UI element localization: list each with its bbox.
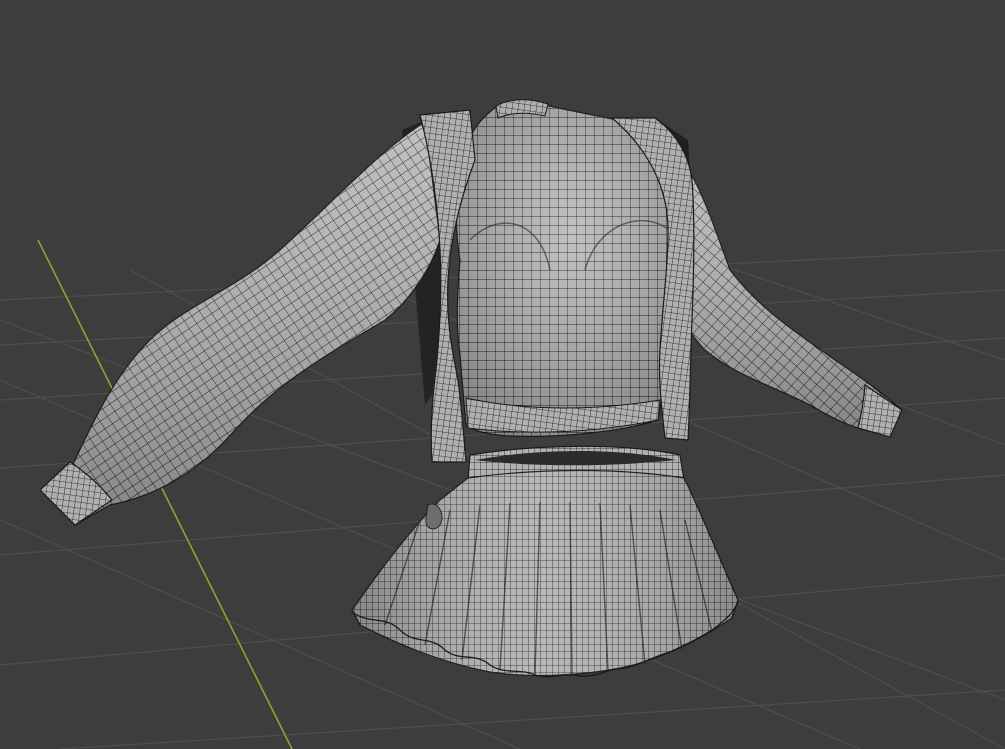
- skirt-shade: [352, 470, 738, 676]
- 3d-viewport[interactable]: [0, 0, 1005, 749]
- garment-model[interactable]: [39, 99, 903, 678]
- viewport-canvas[interactable]: [0, 0, 1005, 749]
